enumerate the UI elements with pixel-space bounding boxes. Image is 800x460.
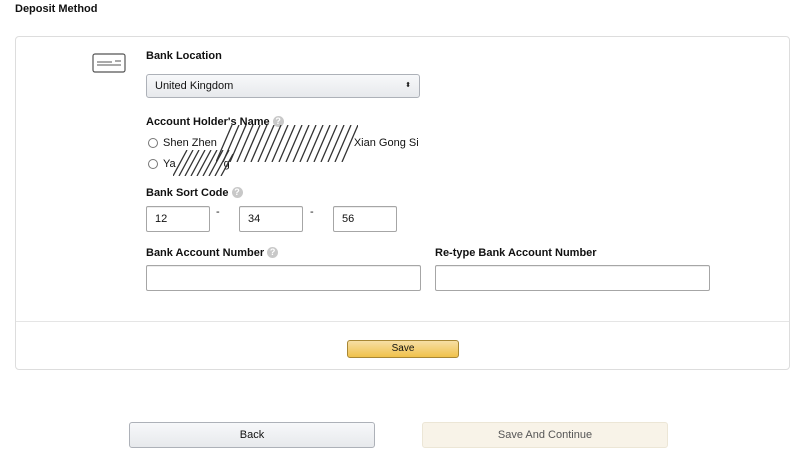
sort-code-input-2[interactable]: 34 xyxy=(239,206,303,232)
help-icon[interactable]: ? xyxy=(267,247,279,258)
sort-code-separator: - xyxy=(310,206,314,218)
sort-code-separator: - xyxy=(216,206,220,218)
radio-button[interactable] xyxy=(148,159,158,169)
bank-location-value: United Kingdom xyxy=(155,80,234,92)
bank-card-icon xyxy=(92,53,126,73)
sort-code-input-3[interactable]: 56 xyxy=(333,206,397,232)
option-text-end: Xian Gong Si xyxy=(353,137,419,149)
account-number-label: Bank Account Number? xyxy=(146,247,279,259)
save-and-continue-button[interactable]: Save And Continue xyxy=(422,422,668,448)
select-arrows-icon: ⬍ xyxy=(405,82,411,89)
bank-location-label: Bank Location xyxy=(146,50,222,62)
option-text-start: Shen Zhen xyxy=(163,137,217,149)
sort-code-label: Bank Sort Code? xyxy=(146,187,243,199)
save-button[interactable]: Save xyxy=(347,340,459,358)
account-number-input[interactable] xyxy=(146,265,421,291)
divider xyxy=(16,321,789,322)
retype-account-number-label: Re-type Bank Account Number xyxy=(435,247,597,259)
help-icon[interactable]: ? xyxy=(231,187,243,198)
account-number-label-text: Bank Account Number xyxy=(146,247,265,259)
sort-code-input-1[interactable]: 12 xyxy=(146,206,210,232)
section-title: Deposit Method xyxy=(15,3,98,15)
redaction-scribble xyxy=(216,125,358,162)
retype-account-number-input[interactable] xyxy=(435,265,710,291)
sort-code-label-text: Bank Sort Code xyxy=(146,187,229,199)
bank-location-select[interactable]: United Kingdom ⬍ xyxy=(146,74,420,98)
redaction-scribble xyxy=(173,150,233,176)
radio-button[interactable] xyxy=(148,138,158,148)
deposit-method-card: Bank Location United Kingdom ⬍ Account H… xyxy=(15,36,790,370)
back-button[interactable]: Back xyxy=(129,422,375,448)
